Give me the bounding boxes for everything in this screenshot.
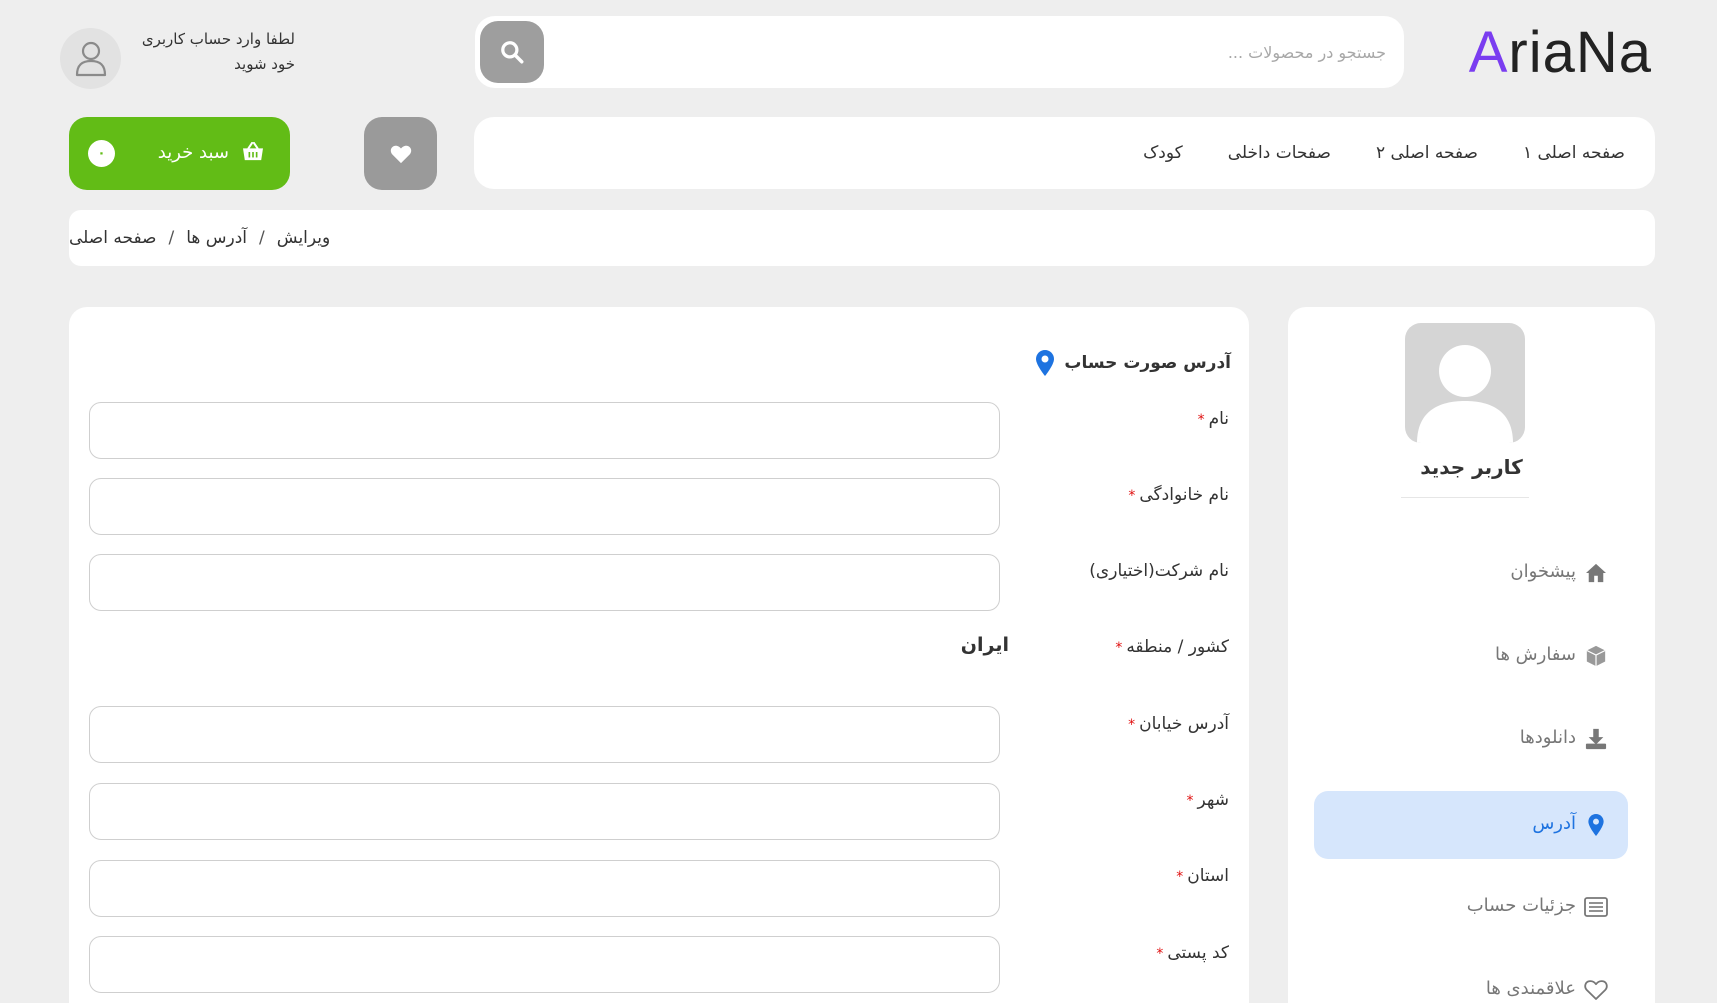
- state-label: استان*: [1009, 866, 1229, 886]
- section-title: آدرس صورت حساب: [1036, 350, 1231, 376]
- cart-count-badge: ۰: [88, 140, 115, 167]
- required-mark: *: [1156, 946, 1164, 962]
- login-prompt[interactable]: لطفا وارد حساب کاربری خود شوید: [130, 27, 295, 77]
- heart-outline-icon: [1584, 978, 1608, 1002]
- breadcrumb-current: ویرایش: [276, 228, 331, 248]
- billing-address-form: آدرس صورت حساب نام* نام خانوادگی* نام شر…: [69, 307, 1249, 1003]
- divider: [1401, 497, 1529, 498]
- street-label-text: آدرس خیابان: [1139, 714, 1229, 734]
- login-prompt-line2: خود شوید: [234, 55, 295, 73]
- company-label: نام شرکت(اختیاری): [1009, 561, 1229, 581]
- city-label-text: شهر: [1197, 790, 1229, 810]
- sidebar-item-label: آدرس: [1532, 813, 1576, 834]
- nav-item-home-2[interactable]: صفحه اصلی ۲: [1376, 143, 1478, 163]
- country-value: ایران: [960, 634, 1009, 656]
- postcode-label: کد پستی*: [1009, 943, 1229, 963]
- sidebar-item-label: پیشخوان: [1510, 561, 1576, 582]
- first-name-label: نام*: [1009, 409, 1229, 429]
- wishlist-button[interactable]: [364, 117, 437, 190]
- nav-item-home-1[interactable]: صفحه اصلی ۱: [1523, 143, 1625, 163]
- breadcrumb-home[interactable]: صفحه اصلی: [69, 228, 156, 248]
- sidebar-item-downloads[interactable]: دانلودها: [1314, 705, 1628, 773]
- sidebar-item-label: علاقمندی ها: [1485, 978, 1576, 999]
- cart-label: سبد خرید: [157, 142, 229, 163]
- state-field[interactable]: [89, 860, 1000, 917]
- postcode-label-text: کد پستی: [1167, 943, 1229, 963]
- heart-icon: [390, 145, 411, 163]
- main-nav: صفحه اصلی ۱ صفحه اصلی ۲ صفحات داخلی کودک: [474, 117, 1655, 189]
- sidebar-item-address[interactable]: آدرس: [1314, 791, 1628, 859]
- breadcrumb: صفحه اصلی / آدرس ها / ویرایش: [69, 210, 1655, 266]
- sidebar-item-label: سفارش ها: [1494, 644, 1576, 665]
- breadcrumb-separator: /: [168, 228, 175, 248]
- breadcrumb-addresses[interactable]: آدرس ها: [186, 228, 247, 248]
- sidebar-item-orders[interactable]: سفارش ها: [1314, 622, 1628, 690]
- required-mark: *: [1115, 640, 1123, 656]
- account-sidebar: کاربر جدید پیشخوان سفارش ها دانلودها آدر…: [1288, 307, 1655, 1003]
- breadcrumb-separator: /: [259, 228, 265, 248]
- company-label-text: نام شرکت(اختیاری): [1089, 561, 1229, 581]
- street-label: آدرس خیابان*: [1009, 714, 1229, 734]
- required-mark: *: [1128, 488, 1136, 504]
- home-icon: [1584, 561, 1608, 585]
- logo-rest: riaNa: [1508, 20, 1652, 85]
- nav-item-inner-pages[interactable]: صفحات داخلی: [1228, 143, 1331, 163]
- last-name-field[interactable]: [89, 478, 1000, 535]
- avatar: [1405, 323, 1525, 443]
- company-field[interactable]: [89, 554, 1000, 611]
- search-button[interactable]: [480, 21, 544, 83]
- postcode-field[interactable]: [89, 936, 1000, 993]
- search-box: [475, 16, 1404, 88]
- site-logo[interactable]: AriaNa: [1469, 18, 1652, 88]
- street-address-field[interactable]: [89, 706, 1000, 763]
- user-silhouette-icon: [1417, 345, 1513, 443]
- first-name-label-text: نام: [1208, 409, 1229, 429]
- section-title-text: آدرس صورت حساب: [1064, 353, 1231, 373]
- basket-icon: [243, 142, 263, 161]
- nav-item-kids[interactable]: کودک: [1143, 143, 1183, 163]
- state-label-text: استان: [1187, 866, 1229, 886]
- city-field[interactable]: [89, 783, 1000, 840]
- logo-accent-letter: A: [1468, 20, 1509, 85]
- cart-button[interactable]: ۰ سبد خرید: [69, 117, 290, 190]
- country-label: کشور / منطقه*: [1009, 637, 1229, 657]
- required-mark: *: [1197, 412, 1205, 428]
- sidebar-item-account-details[interactable]: جزئیات حساب: [1314, 873, 1628, 941]
- account-button[interactable]: [60, 28, 121, 89]
- map-pin-icon: [1584, 813, 1608, 837]
- sidebar-item-wishlist[interactable]: علاقمندی ها: [1314, 956, 1628, 1003]
- sidebar-item-label: جزئیات حساب: [1466, 895, 1576, 916]
- city-label: شهر*: [1009, 790, 1229, 810]
- country-label-text: کشور / منطقه: [1126, 637, 1229, 657]
- profile-name: کاربر جدید: [1420, 455, 1523, 479]
- download-icon: [1584, 727, 1608, 751]
- login-prompt-line1: لطفا وارد حساب کاربری: [141, 30, 295, 48]
- first-name-field[interactable]: [89, 402, 1000, 459]
- search-icon: [501, 41, 524, 64]
- search-input[interactable]: [555, 16, 1386, 88]
- required-mark: *: [1128, 717, 1136, 733]
- sidebar-item-label: دانلودها: [1519, 727, 1576, 748]
- required-mark: *: [1176, 869, 1184, 885]
- map-pin-icon: [1036, 350, 1055, 376]
- last-name-label-text: نام خانوادگی: [1139, 485, 1229, 505]
- sidebar-item-dashboard[interactable]: پیشخوان: [1314, 539, 1628, 607]
- box-icon: [1584, 644, 1608, 668]
- user-icon: [75, 41, 106, 76]
- required-mark: *: [1186, 793, 1194, 809]
- last-name-label: نام خانوادگی*: [1009, 485, 1229, 505]
- id-card-icon: [1584, 895, 1608, 919]
